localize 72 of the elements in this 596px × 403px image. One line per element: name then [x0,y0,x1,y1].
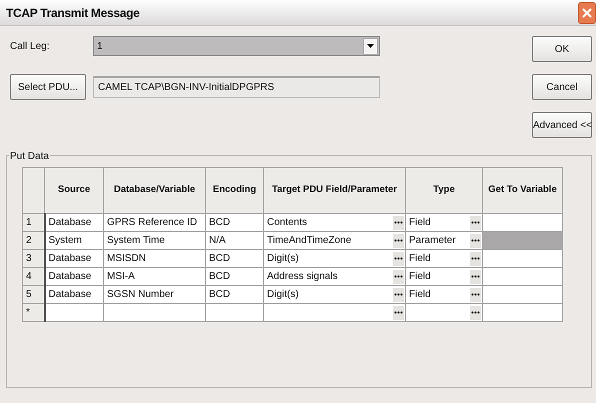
table-cell: Database [44,250,104,268]
table-cell: System [44,232,104,250]
cancel-button[interactable]: Cancel [532,74,592,100]
column-header: Encoding [206,168,264,214]
table-cell: Database [44,286,104,304]
table-cell: MSI-A [104,268,206,286]
row-number[interactable]: 1 [22,214,44,232]
table-cell: Database [44,214,104,232]
table-cell-text: TimeAndTimeZone [267,234,352,248]
row-number[interactable]: 5 [22,286,44,304]
table-cell-text: Contents [267,216,308,230]
table-cell: MSISDN [104,250,206,268]
dropdown-arrow-icon [367,44,374,48]
ellipsis-icon [394,256,403,260]
table-cell: BCD [206,250,264,268]
browse-button[interactable] [470,288,481,302]
column-header: Target PDU Field/Parameter [264,168,406,214]
ellipsis-icon [471,256,480,260]
browse-button[interactable] [393,306,404,320]
browse-button[interactable] [470,216,481,230]
select-pdu-button[interactable]: Select PDU... [10,74,86,100]
column-header: Get To Variable [482,168,562,214]
table-cell: BCD [206,286,264,304]
table-cell: GPRS Reference ID [104,214,206,232]
browse-button[interactable] [470,270,481,284]
ellipsis-icon [471,238,480,242]
ellipsis-icon [394,220,403,224]
table-cell-text: Digit(s) [267,252,299,266]
row-number[interactable]: 2 [22,232,44,250]
row-number[interactable]: 4 [22,268,44,286]
table-cell-text: Field [409,288,431,302]
table-cell-text: Field [409,270,431,284]
new-row-marker[interactable]: * [22,304,44,322]
browse-button[interactable] [393,288,404,302]
browse-button[interactable] [470,306,481,320]
ellipsis-icon [471,220,480,224]
column-header: Source [44,168,104,214]
window-title: TCAP Transmit Message [6,4,140,22]
browse-button[interactable] [393,234,404,248]
ellipsis-icon [471,310,480,314]
call-leg-dropdown[interactable]: 1 [93,36,380,56]
ok-button[interactable]: OK [532,36,592,62]
table-cell-text: Field [409,252,431,266]
ellipsis-icon [394,274,403,278]
table-cell: BCD [206,268,264,286]
table-cell: SGSN Number [104,286,206,304]
row-number[interactable]: 3 [22,250,44,268]
ellipsis-icon [394,310,403,314]
table-cell-text: Address signals [267,270,338,284]
ellipsis-icon [471,274,480,278]
close-icon [582,8,592,18]
table-cell: Database [44,268,104,286]
browse-button[interactable] [393,252,404,266]
table-cell-text: Digit(s) [267,288,299,302]
pdu-field: CAMEL TCAP\BGN-INV-InitialDPGPRS [93,76,380,98]
ellipsis-icon [471,292,480,296]
table-cell-text: Parameter [409,234,456,248]
browse-button[interactable] [470,234,481,248]
browse-button[interactable] [470,252,481,266]
column-header: Type [406,168,482,214]
browse-button[interactable] [393,216,404,230]
table-cell: System Time [104,232,206,250]
call-leg-label: Call Leg: [10,40,50,54]
table-cell: BCD [206,214,264,232]
table-cell-text: Field [409,216,431,230]
column-header: Database/Variable [104,168,206,214]
ellipsis-icon [394,292,403,296]
close-button[interactable] [578,2,596,24]
browse-button[interactable] [393,270,404,284]
ellipsis-icon [394,238,403,242]
advanced-button[interactable]: Advanced << [532,112,592,138]
table-cell: N/A [206,232,264,250]
